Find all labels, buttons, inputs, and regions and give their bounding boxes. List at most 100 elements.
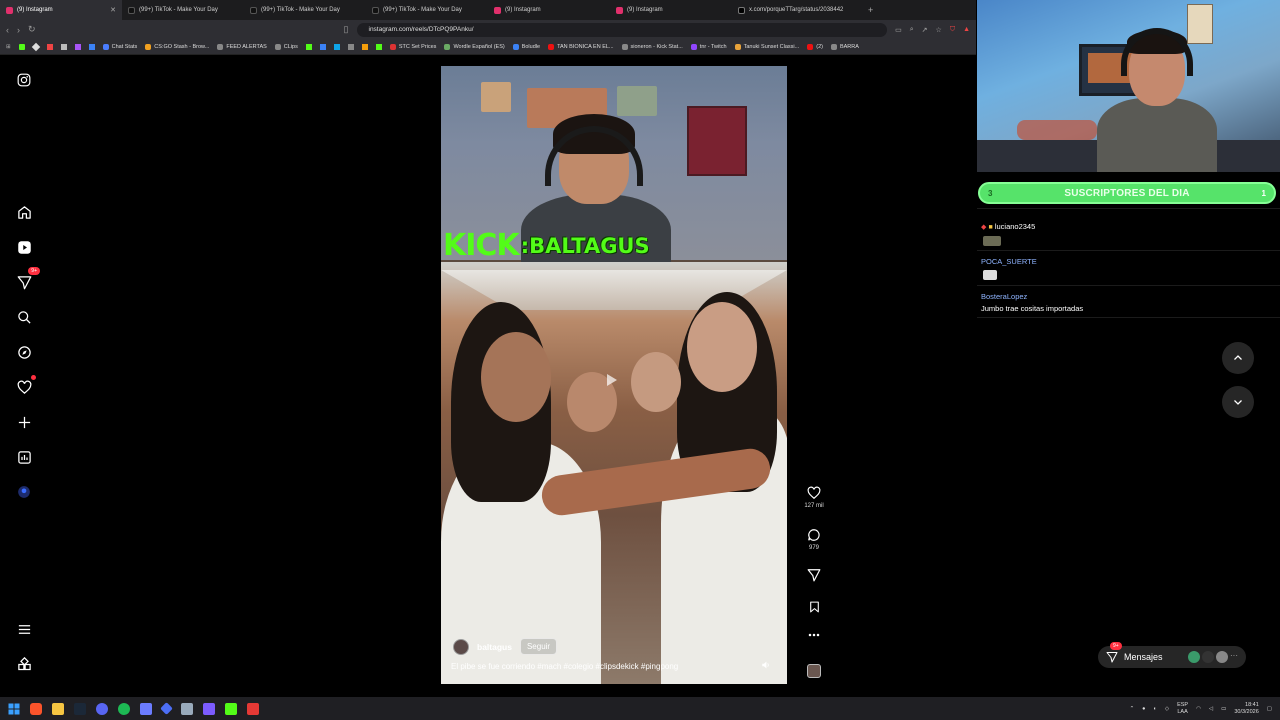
dashboard-icon[interactable] <box>14 447 34 467</box>
cast-icon[interactable]: ▭ <box>895 26 902 34</box>
follow-button[interactable]: Seguir <box>519 638 558 655</box>
language-indicator[interactable]: ESP LAA <box>1177 702 1188 716</box>
steam-icon[interactable] <box>74 702 86 715</box>
audio-thumbnail[interactable] <box>807 664 821 678</box>
bookmark-diamond-icon[interactable] <box>31 42 40 51</box>
file-explorer-icon[interactable] <box>52 702 64 715</box>
bookmark-blue2-icon[interactable] <box>319 43 326 50</box>
reel-video[interactable]: KICK :BALTAGUS baltagus Seguir El pibe s… <box>441 66 787 684</box>
bookmark-orange-icon[interactable] <box>361 43 368 50</box>
bookmark-gray-icon[interactable] <box>347 43 354 50</box>
author-avatar[interactable] <box>453 638 469 655</box>
zoom-icon[interactable]: ⌕ <box>910 26 914 34</box>
close-tab-icon[interactable]: ✕ <box>110 6 116 14</box>
more-options-action[interactable] <box>800 632 828 638</box>
spotify-icon[interactable] <box>118 702 130 715</box>
explore-compass-icon[interactable] <box>14 342 34 362</box>
bookmark-tan-bionica[interactable]: TAN BIONICA EN EL... <box>548 43 614 50</box>
play-icon[interactable] <box>607 374 617 386</box>
network-icon[interactable]: ◐ <box>1154 706 1157 712</box>
clock[interactable]: 18:41 30/3/2026 <box>1234 702 1258 716</box>
more-menu-icon[interactable] <box>14 619 34 639</box>
discord-icon[interactable] <box>96 702 108 715</box>
bookmark-sioneron[interactable]: sioneron - Kick Stat... <box>621 43 683 50</box>
messages-icon[interactable]: 9+ <box>14 267 40 292</box>
audio-action[interactable] <box>800 664 828 678</box>
messages-button[interactable]: 9+ Mensajes ··· <box>1098 642 1246 668</box>
url-input[interactable]: instagram.com/reels/DTcPQ9PAnku/ <box>356 22 888 37</box>
windows-start-icon[interactable] <box>8 703 20 715</box>
brave-browser-icon[interactable] <box>30 702 42 715</box>
notifications-heart-icon[interactable] <box>14 375 36 397</box>
bookmark-green-icon[interactable] <box>305 43 312 50</box>
app-red-icon[interactable] <box>247 702 259 715</box>
tab-instagram-active[interactable]: (9) Instagram ✕ <box>0 0 122 20</box>
app-diamond-icon[interactable] <box>160 702 173 715</box>
also-from-meta-icon[interactable] <box>14 654 34 674</box>
tab-tiktok-2[interactable]: (99+) TikTok - Make Your Day <box>244 0 366 20</box>
bookmark-wordle[interactable]: Wordle Español (ES) <box>444 43 505 50</box>
bookmark-barra[interactable]: BARRA <box>830 43 859 50</box>
app-purple-icon[interactable] <box>203 702 215 715</box>
search-icon[interactable] <box>14 307 34 327</box>
like-action[interactable]: 127 mil <box>800 486 828 509</box>
save-action[interactable] <box>800 600 828 614</box>
bookmark-csgo-stash[interactable]: CS:GO Stash - Brow... <box>145 43 209 50</box>
tab-x[interactable]: x.com/porqueTTarg/status/2038442 <box>732 0 862 20</box>
brave-shield-icon[interactable]: ⛉ <box>950 26 955 34</box>
instagram-logo-icon[interactable] <box>14 70 34 90</box>
bookmark-boludle[interactable]: Boludle <box>512 43 540 50</box>
speaker-icon[interactable]: ◁ <box>1209 706 1213 712</box>
app-icon[interactable] <box>140 702 152 715</box>
bookmark-red-icon[interactable] <box>46 43 53 50</box>
share-icon[interactable] <box>807 568 821 582</box>
tab-tiktok-3[interactable]: (99+) TikTok - Make Your Day <box>366 0 488 20</box>
home-icon[interactable] <box>14 202 34 222</box>
back-arrow-icon[interactable]: ‹ <box>6 25 9 35</box>
notifications-icon[interactable]: ▢ <box>1267 706 1272 712</box>
reels-icon[interactable] <box>14 237 34 257</box>
bookmark-cyan-icon[interactable] <box>333 43 340 50</box>
mic-icon[interactable]: ● <box>1142 706 1145 712</box>
tab-instagram-3[interactable]: (9) Instagram <box>610 0 732 20</box>
tab-instagram-2[interactable]: (9) Instagram <box>488 0 610 20</box>
next-reel-button[interactable] <box>1222 386 1254 418</box>
comment-action[interactable]: 979 <box>800 528 828 551</box>
bookmark-purple-icon[interactable] <box>74 43 81 50</box>
bookmark-green2-icon[interactable] <box>375 43 382 50</box>
bookmark-chat-stats[interactable]: Chat Stats <box>102 43 137 50</box>
kick-app-icon[interactable] <box>225 702 237 715</box>
extension-icon[interactable]: ▲ <box>963 26 970 34</box>
more-dots-icon[interactable] <box>808 632 820 638</box>
bookmark-2[interactable]: (2) <box>807 43 823 50</box>
wifi-icon[interactable]: ◠ <box>1196 706 1201 712</box>
bookmark-blue-icon[interactable] <box>88 43 95 50</box>
previous-reel-button[interactable] <box>1222 342 1254 374</box>
reload-icon[interactable]: ↻ <box>28 24 36 35</box>
forward-arrow-icon[interactable]: › <box>17 25 20 35</box>
new-tab-button[interactable]: + <box>862 5 879 15</box>
like-heart-icon[interactable] <box>807 486 821 500</box>
bookmark-tanuki[interactable]: Tanuki Sunset Classi... <box>734 43 799 50</box>
apps-grid-icon[interactable]: ⊞ <box>6 44 11 50</box>
comment-icon[interactable] <box>807 528 821 542</box>
bookmark-stc-set-prices[interactable]: STC Set Prices <box>389 43 436 50</box>
bookmark-a-icon[interactable] <box>60 43 67 50</box>
bookmark-save-icon[interactable] <box>808 600 821 614</box>
bookmark-icon[interactable]: ▯ <box>344 24 349 35</box>
tab-tiktok-1[interactable]: (99+) TikTok - Make Your Day <box>122 0 244 20</box>
share-icon[interactable]: ↗ <box>922 26 928 34</box>
share-action[interactable] <box>800 568 828 582</box>
volume-icon[interactable] <box>761 660 773 672</box>
app-gear-icon[interactable] <box>181 702 193 715</box>
kick-bookmark-icon[interactable] <box>18 43 25 50</box>
star-icon[interactable]: ☆ <box>936 26 942 34</box>
battery-icon[interactable]: ▭ <box>1221 706 1226 712</box>
profile-avatar-icon[interactable] <box>14 482 34 502</box>
chevron-up-icon[interactable]: ⌃ <box>1130 706 1135 712</box>
author-username[interactable]: baltagus <box>477 642 512 652</box>
create-plus-icon[interactable] <box>14 412 34 432</box>
bookmark-feed-alertas[interactable]: FEED ALERTAS <box>217 43 267 50</box>
bluetooth-icon[interactable]: ◇ <box>1165 706 1169 712</box>
bookmark-clips[interactable]: CLips <box>274 43 298 50</box>
